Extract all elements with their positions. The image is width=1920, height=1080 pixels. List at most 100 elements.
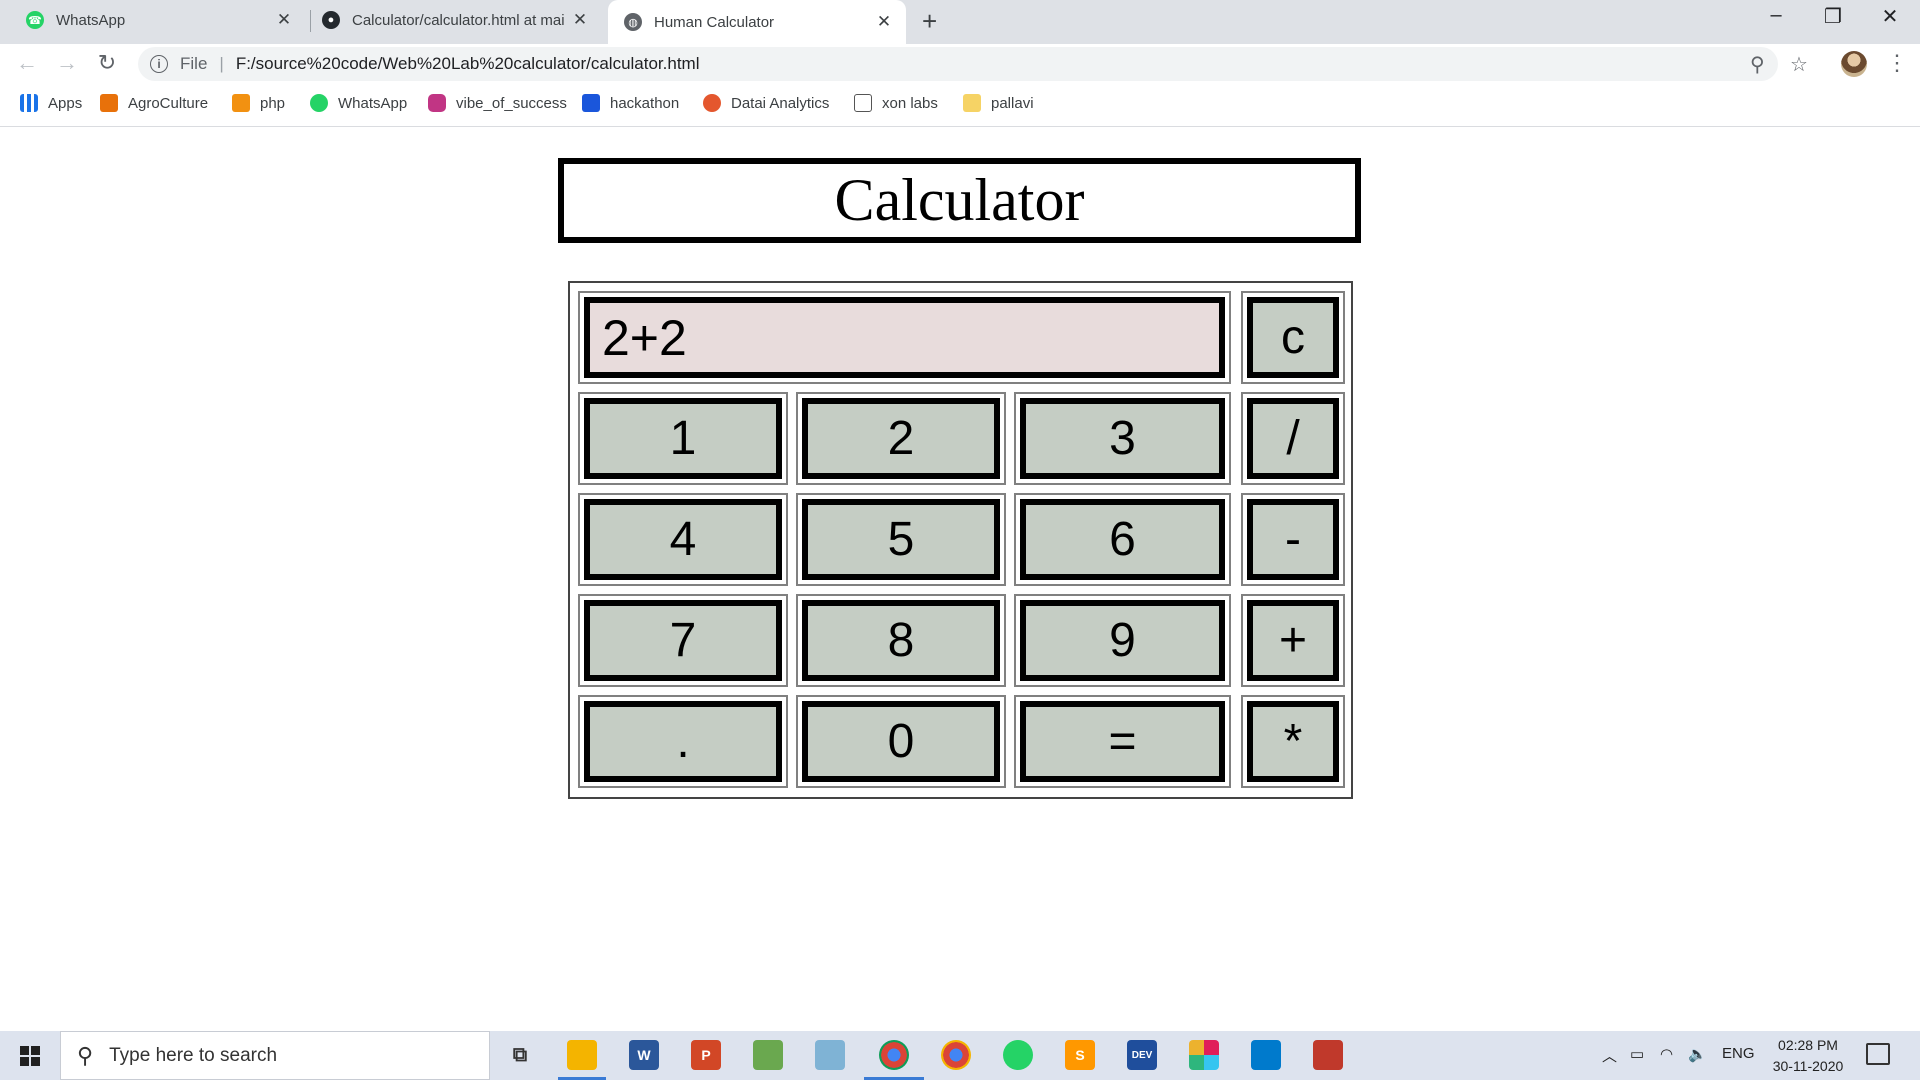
- multiply-button[interactable]: *: [1247, 701, 1339, 782]
- paint-icon[interactable]: [753, 1040, 783, 1070]
- system-clock[interactable]: 02:28 PM 30-11-2020: [1760, 1035, 1856, 1077]
- notepad-icon[interactable]: [815, 1040, 845, 1070]
- clock-date: 30-11-2020: [1772, 1058, 1844, 1074]
- address-bar[interactable]: i File | F:/source%20code/Web%20Lab%20ca…: [138, 47, 1778, 81]
- bookmark-whatsapp[interactable]: WhatsApp: [310, 94, 407, 112]
- display-cell: 2+2: [578, 291, 1231, 384]
- key-cell: +: [1241, 594, 1345, 687]
- volume-icon[interactable]: 🔈: [1688, 1045, 1707, 1063]
- key-cell: -: [1241, 493, 1345, 586]
- key-cell: 4: [578, 493, 788, 586]
- tab-title: Calculator/calculator.html at mai: [352, 11, 565, 29]
- bookmark-hackathon[interactable]: hackathon: [582, 94, 679, 112]
- key-cell: 6: [1014, 493, 1231, 586]
- clear-button[interactable]: c: [1247, 297, 1339, 378]
- divide-button[interactable]: /: [1247, 398, 1339, 479]
- reload-button[interactable]: ↻: [92, 50, 122, 76]
- bookmark-label: AgroCulture: [128, 94, 209, 112]
- subtract-button[interactable]: -: [1247, 499, 1339, 580]
- key-cell: 2: [796, 392, 1006, 485]
- profile-avatar[interactable]: [1841, 51, 1867, 77]
- wifi-icon[interactable]: ◠: [1660, 1045, 1673, 1063]
- language-indicator[interactable]: ENG: [1722, 1045, 1755, 1062]
- decimal-point-button[interactable]: .: [584, 701, 782, 782]
- site-info-icon[interactable]: i: [150, 55, 168, 73]
- key-2-button[interactable]: 2: [802, 398, 1000, 479]
- url-text[interactable]: F:/source%20code/Web%20Lab%20calculator/…: [236, 54, 700, 74]
- key-4-button[interactable]: 4: [584, 499, 782, 580]
- key-3-button[interactable]: 3: [1020, 398, 1225, 479]
- task-view-icon[interactable]: ⧉: [505, 1040, 535, 1070]
- key-cell: 7: [578, 594, 788, 687]
- new-tab-button[interactable]: +: [922, 6, 937, 37]
- tab-strip: ☎ WhatsApp ✕ ● Calculator/calculator.htm…: [0, 0, 1920, 44]
- dev-cpp-icon[interactable]: DEV: [1127, 1040, 1157, 1070]
- divider: |: [219, 54, 224, 73]
- key-cell: 8: [796, 594, 1006, 687]
- tab-github[interactable]: ● Calculator/calculator.html at mai ✕: [310, 0, 602, 40]
- whatsapp-icon[interactable]: [1003, 1040, 1033, 1070]
- action-center-icon[interactable]: [1866, 1043, 1890, 1065]
- bookmark-label: xon labs: [882, 94, 938, 112]
- restore-button[interactable]: ❐: [1805, 4, 1861, 29]
- slack-icon[interactable]: [1189, 1040, 1219, 1070]
- bookmark-xon-labs[interactable]: xon labs: [854, 94, 938, 112]
- tab-title: Human Calculator: [654, 13, 775, 31]
- add-button[interactable]: +: [1247, 600, 1339, 681]
- start-button[interactable]: [0, 1031, 60, 1080]
- page-title: Calculator: [834, 167, 1085, 233]
- bookmark-label: pallavi: [991, 94, 1034, 112]
- bookmarks-bar: Apps AgroCulture php WhatsApp vibe_of_su…: [0, 84, 1920, 127]
- bookmark-datai-analytics[interactable]: Datai Analytics: [703, 94, 829, 112]
- sublime-text-icon[interactable]: S: [1065, 1040, 1095, 1070]
- key-7-button[interactable]: 7: [584, 600, 782, 681]
- taskbar-search-box[interactable]: ⚲ Type here to search: [60, 1031, 490, 1080]
- vscode-icon[interactable]: [1251, 1040, 1281, 1070]
- bookmark-apps[interactable]: Apps: [20, 94, 82, 112]
- close-tab-icon[interactable]: ✕: [568, 10, 592, 30]
- browser-menu-icon[interactable]: ⋮: [1886, 50, 1908, 76]
- tab-human-calculator[interactable]: ◍ Human Calculator ✕: [608, 0, 906, 44]
- word-icon[interactable]: W: [629, 1040, 659, 1070]
- minimize-button[interactable]: –: [1748, 4, 1804, 27]
- bookmark-pallavi[interactable]: pallavi: [963, 94, 1034, 112]
- browser-toolbar: ← → ↻ i File | F:/source%20code/Web%20La…: [0, 44, 1920, 84]
- close-tab-icon[interactable]: ✕: [872, 12, 896, 32]
- key-6-button[interactable]: 6: [1020, 499, 1225, 580]
- key-5-button[interactable]: 5: [802, 499, 1000, 580]
- key-8-button[interactable]: 8: [802, 600, 1000, 681]
- zoom-icon[interactable]: ⚲: [1750, 52, 1765, 77]
- search-icon: ⚲: [77, 1042, 94, 1068]
- calculator-display[interactable]: 2+2: [584, 297, 1225, 378]
- key-0-button[interactable]: 0: [802, 701, 1000, 782]
- powerpoint-icon[interactable]: P: [691, 1040, 721, 1070]
- key-cell: 5: [796, 493, 1006, 586]
- tray-chevron-icon[interactable]: ︿: [1602, 1045, 1617, 1066]
- scheme-label: File: [180, 54, 208, 73]
- forward-button[interactable]: →: [52, 50, 82, 76]
- chrome-profile-icon[interactable]: [941, 1040, 971, 1070]
- bookmark-php[interactable]: php: [232, 94, 285, 112]
- key-9-button[interactable]: 9: [1020, 600, 1225, 681]
- whatsapp-icon: ☎: [26, 11, 44, 29]
- media-app-icon[interactable]: [1313, 1040, 1343, 1070]
- tab-whatsapp[interactable]: ☎ WhatsApp ✕: [0, 0, 306, 40]
- key-cell: *: [1241, 695, 1345, 788]
- close-window-button[interactable]: ✕: [1862, 4, 1918, 29]
- chrome-icon[interactable]: [879, 1040, 909, 1070]
- apps-grid-icon: [20, 94, 38, 112]
- bookmark-vibe-of-success[interactable]: vibe_of_success: [428, 94, 567, 112]
- back-button[interactable]: ←: [12, 50, 42, 76]
- battery-icon[interactable]: ▭: [1630, 1045, 1644, 1063]
- bookmark-star-icon[interactable]: ☆: [1790, 52, 1808, 77]
- clock-time: 02:28 PM: [1778, 1037, 1838, 1053]
- whatsapp-icon: [310, 94, 328, 112]
- key-1-button[interactable]: 1: [584, 398, 782, 479]
- bookmark-label: WhatsApp: [338, 94, 408, 112]
- equals-button[interactable]: =: [1020, 701, 1225, 782]
- bookmark-agroculture[interactable]: AgroCulture: [100, 94, 208, 112]
- key-cell: 0: [796, 695, 1006, 788]
- file-explorer-icon[interactable]: [567, 1040, 597, 1070]
- close-tab-icon[interactable]: ✕: [272, 10, 296, 30]
- key-cell: .: [578, 695, 788, 788]
